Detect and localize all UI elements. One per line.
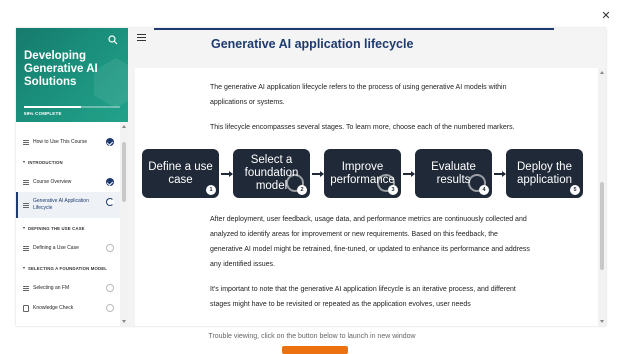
quiz-icon	[23, 304, 29, 312]
section-label: INTRODUCTION	[28, 159, 63, 165]
check-circle-icon	[106, 178, 114, 186]
lesson-label: Defining a Use Case	[33, 245, 79, 251]
lifecycle-step[interactable]: Select a foundation model 2	[233, 149, 310, 198]
step-marker[interactable]: 2	[297, 185, 307, 195]
caret-down-icon	[23, 227, 25, 229]
step-label: Deploy the application	[517, 160, 572, 186]
empty-circle-icon	[106, 304, 114, 312]
lifecycle-step[interactable]: Deploy the application 5	[506, 149, 583, 198]
arrow-right-icon	[312, 171, 324, 176]
section-header[interactable]: SELECTING A FOUNDATION MODEL	[16, 258, 120, 278]
section-label: SELECTING A FOUNDATION MODEL	[28, 265, 107, 271]
menu-icon[interactable]	[137, 34, 146, 41]
close-icon[interactable]: ✕	[600, 10, 612, 22]
arrow-right-icon	[221, 171, 233, 176]
search-icon[interactable]	[108, 35, 118, 45]
lifecycle-step[interactable]: Evaluate results 4	[415, 149, 492, 198]
lesson-label: Knowledge Check	[33, 305, 74, 311]
step-marker[interactable]: 4	[479, 185, 489, 195]
lesson-content: Generative AI application lifecycle The …	[128, 28, 606, 326]
arrow-right-icon	[494, 171, 506, 176]
lesson-list: How to Use This Course INTRODUCTION Course…	[16, 132, 120, 318]
top-accent-rule	[154, 28, 554, 30]
section-label: DEFINING THE USE CASE	[28, 225, 85, 231]
sidebar-scrollbar[interactable]	[120, 122, 128, 326]
sidebar-lesson-item[interactable]: Knowledge Check	[16, 298, 120, 318]
launch-button[interactable]	[282, 346, 348, 354]
lesson-label: How to Use This Course	[33, 139, 88, 145]
lesson-icon	[23, 139, 29, 145]
sidebar-lesson-item[interactable]: Selecting an FM	[16, 278, 120, 298]
course-progress-fill	[24, 106, 81, 108]
intro-paragraph-2: This lifecycle encompasses several stage…	[210, 124, 515, 131]
sidebar-lesson-item[interactable]: Course Overview	[16, 172, 120, 192]
course-player: Developing Generative AI Solutions 59% C…	[16, 28, 606, 326]
section-header[interactable]: DEFINING THE USE CASE	[16, 218, 120, 238]
scroll-up-icon[interactable]	[600, 71, 604, 74]
step-marker[interactable]: 1	[206, 185, 216, 195]
section-header[interactable]: INTRODUCTION	[16, 152, 120, 172]
lesson-label: Selecting an FM	[33, 285, 70, 291]
check-circle-icon	[106, 138, 114, 146]
step-label: Define a use case	[148, 160, 213, 186]
sidebar-lesson-item[interactable]: Generative AI Application Lifecycle	[16, 192, 120, 218]
lesson-label: Generative AI Application Lifecycle	[33, 198, 89, 211]
lifecycle-step[interactable]: Define a use case 1	[142, 149, 219, 198]
lesson-icon	[23, 285, 29, 291]
sidebar-scroll-thumb[interactable]	[122, 142, 126, 202]
lesson-icon	[23, 202, 29, 208]
intro-paragraph-1: The generative AI application lifecycle …	[210, 84, 507, 106]
step-marker[interactable]: 5	[570, 185, 580, 195]
lifecycle-process: Define a use case 1 Select a foundation mo…	[135, 146, 601, 204]
after-paragraph-1: After deployment, user feedback, usage d…	[210, 216, 530, 268]
content-scroll-thumb[interactable]	[600, 182, 604, 270]
sidebar-lesson-item[interactable]: How to Use This Course	[16, 132, 120, 152]
page-title: Generative AI application lifecycle	[211, 37, 414, 51]
arrow-right-icon	[403, 171, 415, 176]
lesson-body: The generative AI application lifecycle …	[135, 68, 601, 326]
sidebar-header: Developing Generative AI Solutions 59% C…	[16, 28, 128, 122]
empty-circle-icon	[106, 284, 114, 292]
scroll-down-icon[interactable]	[122, 320, 126, 323]
lesson-label: Course Overview	[33, 179, 72, 185]
lesson-icon	[23, 179, 29, 185]
scroll-down-icon[interactable]	[600, 320, 604, 323]
progress-label: 59% COMPLETE	[24, 111, 62, 116]
trouble-viewing-text: Trouble viewing, click on the button bel…	[208, 333, 416, 340]
caret-down-icon	[23, 161, 25, 163]
lifecycle-step[interactable]: Improve performance 3	[324, 149, 401, 198]
course-title: Developing Generative AI Solutions	[24, 50, 98, 88]
course-progress-bar	[24, 106, 120, 108]
content-scrollbar[interactable]	[598, 68, 606, 326]
lesson-icon	[23, 245, 29, 251]
caret-down-icon	[23, 267, 25, 269]
course-sidebar: Developing Generative AI Solutions 59% C…	[16, 28, 128, 326]
empty-circle-icon	[106, 244, 114, 252]
step-marker[interactable]: 3	[388, 185, 398, 195]
scroll-up-icon[interactable]	[122, 125, 126, 128]
in-progress-icon	[106, 198, 114, 206]
sidebar-lesson-item[interactable]: Defining a Use Case	[16, 238, 120, 258]
after-paragraph-2: It's important to note that the generati…	[210, 286, 516, 308]
